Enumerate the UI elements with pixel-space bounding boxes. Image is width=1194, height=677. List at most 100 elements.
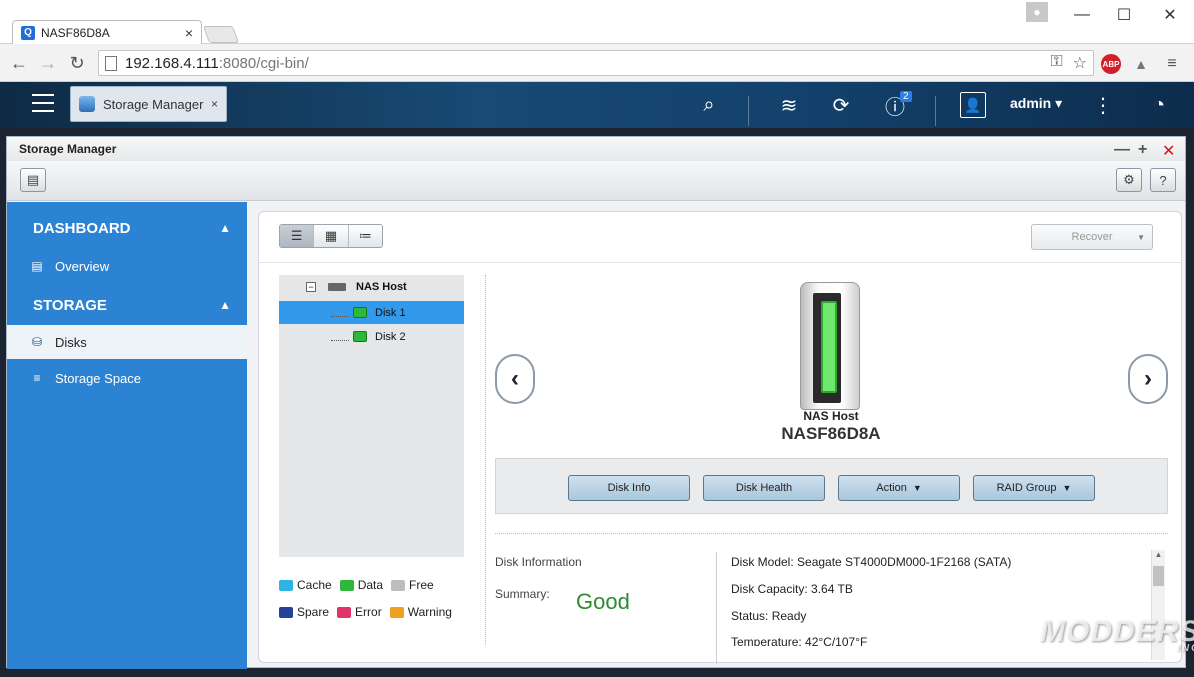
storage-space-icon: ≡ — [33, 371, 41, 385]
user-menu[interactable]: admin ▾ — [1010, 95, 1062, 112]
background-tasks-icon[interactable]: ≋ — [776, 92, 802, 118]
window-close-icon[interactable]: ✕ — [1162, 141, 1175, 161]
disk-info-button[interactable]: Disk Info — [568, 475, 690, 501]
caret-down-icon: ▼ — [912, 483, 922, 493]
grid-view-icon[interactable]: ▦ — [314, 225, 349, 247]
browser-tab-title: NASF86D8A — [41, 25, 110, 40]
cache-disk-icon — [279, 579, 293, 591]
address-bar: ← → ↻ 192.168.4.111:8080/cgi-bin/ ⚿ ☆ AB… — [0, 44, 1194, 82]
sidebar-item-label: Overview — [55, 258, 110, 274]
nas-device-image — [800, 282, 860, 410]
disk-health-button[interactable]: Disk Health — [703, 475, 825, 501]
action-bar: Disk Info Disk Health Action ▼ RAID Group… — [495, 458, 1168, 514]
disk-icon: ⛁ — [31, 335, 43, 349]
qnap-favicon-icon: Q — [21, 25, 35, 40]
sidebar: DASHBOARD ▲ ▤ Overview STORAGE ▲ ⛁ Disks… — [7, 202, 247, 669]
bookmark-star-icon[interactable]: ☆ — [1073, 53, 1087, 73]
adblock-icon[interactable]: ABP — [1101, 54, 1121, 74]
tree-connector — [331, 309, 349, 317]
divider — [716, 552, 717, 664]
tree-node-disk-2[interactable]: Disk 2 — [279, 325, 464, 348]
overview-icon: ▤ — [31, 259, 43, 273]
key-icon[interactable]: ⚿ — [1050, 53, 1062, 73]
user-icon[interactable]: 👤 — [960, 92, 986, 118]
tree-node-nas-host[interactable]: − NAS Host — [279, 275, 464, 298]
divider — [259, 262, 1181, 263]
raid-group-dropdown-button[interactable]: RAID Group ▼ — [973, 475, 1095, 501]
sidebar-item-label: Storage Space — [55, 370, 142, 386]
new-tab-button[interactable] — [202, 26, 240, 43]
divider — [935, 96, 936, 126]
detail-view-icon[interactable]: ≔ — [348, 225, 382, 247]
action-dropdown-button[interactable]: Action ▼ — [838, 475, 960, 501]
window-maximize-icon[interactable]: + — [1138, 141, 1147, 159]
profile-icon[interactable]: ● — [1026, 2, 1048, 22]
legend-item-free: Free — [391, 578, 434, 592]
maximize-icon[interactable]: ☐ — [1102, 0, 1146, 30]
device-name: NASF86D8A — [781, 424, 881, 443]
sidebar-section-label: STORAGE — [33, 296, 107, 314]
sidebar-item-overview[interactable]: ▤ Overview — [7, 249, 247, 283]
legend-item-error: Error — [337, 605, 382, 619]
scroll-up-icon[interactable]: ▲ — [1152, 550, 1165, 564]
view-mode-toggle: ☰ ▦ ≔ — [279, 224, 383, 248]
sidebar-item-label: Disks — [55, 334, 87, 350]
tree-node-label: NAS Host — [356, 280, 407, 293]
legend-item-data: Data — [339, 578, 383, 592]
sidebar-item-storage-space[interactable]: ≡ Storage Space — [7, 361, 247, 395]
legend-label: Free — [409, 578, 434, 592]
external-device-icon[interactable]: ⟳ — [828, 92, 854, 118]
minimize-icon[interactable]: — — [1060, 0, 1104, 30]
divider — [748, 96, 749, 126]
tree-node-disk-1[interactable]: Disk 1 — [279, 301, 464, 324]
legend-item-spare: Spare — [279, 605, 329, 619]
search-icon[interactable]: ⌕ — [696, 92, 722, 118]
drive-icon[interactable]: ▲ — [1131, 54, 1151, 74]
legend-label: Error — [355, 605, 382, 619]
collapse-icon[interactable]: − — [306, 281, 316, 292]
disk-bay-highlight[interactable] — [821, 301, 837, 393]
disk-capacity: Disk Capacity: 3.64 TB — [731, 582, 853, 596]
caret-down-icon: ▼ — [1137, 232, 1145, 242]
window-close-icon[interactable]: ✕ — [1148, 0, 1192, 30]
watermark-text: MODDERS — [1040, 615, 1194, 648]
storage-manager-icon — [79, 96, 95, 112]
url-host: 192.168.4.111 — [125, 54, 219, 72]
sidebar-section-storage[interactable]: STORAGE ▲ — [7, 285, 247, 325]
previous-arrow-icon[interactable]: ‹ — [495, 354, 535, 404]
back-arrow-icon[interactable]: ← — [8, 52, 30, 74]
data-disk-icon — [339, 579, 354, 591]
forward-arrow-icon[interactable]: → — [37, 52, 59, 74]
error-disk-icon — [337, 606, 352, 618]
disk-temperature: Temperature: 42°C/107°F — [731, 635, 868, 646]
storage-manager-app-tab[interactable]: Storage Manager × — [70, 86, 227, 122]
reload-icon[interactable]: ↻ — [66, 52, 88, 74]
disk-information-heading: Disk Information — [495, 555, 582, 569]
main-menu-icon[interactable] — [32, 94, 54, 112]
list-view-icon[interactable]: ☰ — [280, 225, 315, 247]
modders-inc-watermark: MODDERSINC — [1040, 615, 1194, 654]
disk-status: Status: Ready — [731, 609, 807, 623]
sidebar-section-dashboard[interactable]: DASHBOARD ▲ — [7, 208, 247, 248]
dashboard-gauge-icon[interactable]: ◔ — [1146, 92, 1172, 118]
free-disk-icon — [391, 579, 406, 591]
more-options-icon[interactable]: ⋮ — [1090, 92, 1116, 118]
device-tree: − NAS Host Disk 1 Disk 2 — [279, 275, 464, 557]
notification-badge: 2 — [900, 91, 912, 102]
next-arrow-icon[interactable]: › — [1128, 354, 1168, 404]
url-input[interactable]: 192.168.4.111:8080/cgi-bin/ ⚿ ☆ — [98, 50, 1094, 76]
layout-toggle-icon[interactable]: ▤ — [20, 168, 46, 192]
scroll-thumb[interactable] — [1153, 566, 1164, 586]
caret-down-icon: ▼ — [1062, 483, 1072, 493]
help-icon[interactable]: ? — [1150, 168, 1176, 192]
recover-dropdown[interactable]: Recover ▼ — [1031, 224, 1153, 250]
summary-status: Good — [576, 589, 630, 614]
browser-tab[interactable]: Q NASF86D8A × — [12, 20, 202, 44]
sidebar-item-disks[interactable]: ⛁ Disks — [7, 325, 247, 359]
browser-tab-close-icon[interactable]: × — [185, 25, 193, 41]
divider — [495, 533, 1168, 534]
settings-gear-icon[interactable]: ⚙ — [1116, 168, 1142, 192]
chrome-menu-icon[interactable]: ≡ — [1162, 54, 1182, 74]
app-tab-close-icon[interactable]: × — [211, 97, 218, 111]
window-minimize-icon[interactable]: — — [1114, 141, 1130, 159]
